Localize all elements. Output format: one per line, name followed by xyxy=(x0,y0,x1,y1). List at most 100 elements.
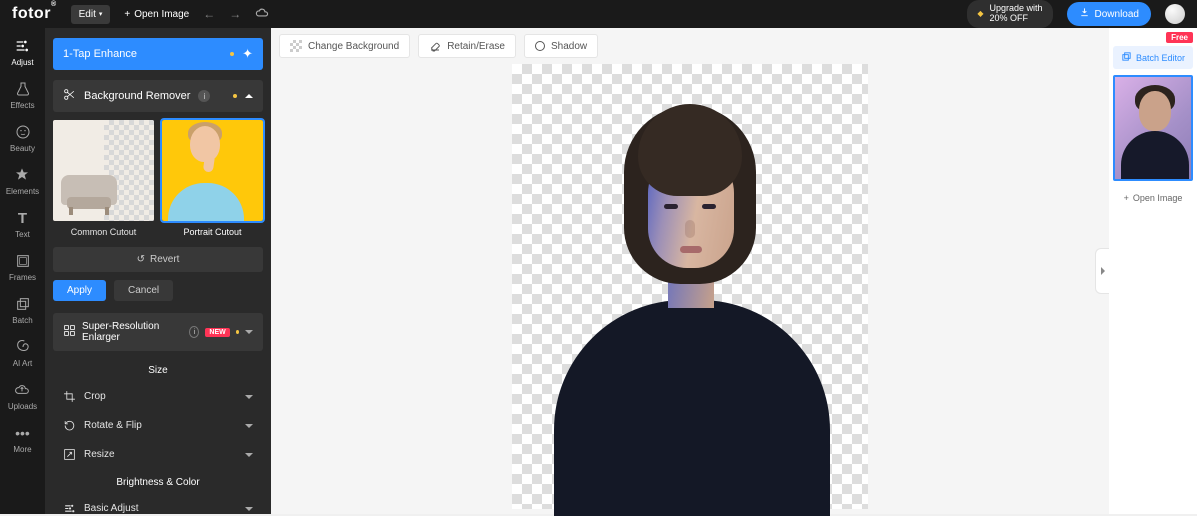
open-image-side-button[interactable]: + Open Image xyxy=(1113,187,1193,209)
chevron-down-icon xyxy=(245,330,253,334)
info-icon: i xyxy=(198,90,210,102)
app-header: fotor® Edit ▾ + Open Image ← → ◆ Upgrade… xyxy=(0,0,1197,28)
flask-icon xyxy=(15,81,31,97)
bg-remover-label: Background Remover xyxy=(84,90,190,102)
canvas-area: Change Background Retain/Erase Shadow xyxy=(271,28,1109,514)
resize-label: Resize xyxy=(84,449,115,460)
super-res-label: Super-Resolution Enlarger xyxy=(82,321,177,343)
rail-label: Beauty xyxy=(10,144,35,153)
background-remover-tile[interactable]: Background Remover i xyxy=(53,80,263,112)
plus-icon: + xyxy=(1124,193,1129,203)
batch-editor-label: Batch Editor xyxy=(1136,53,1185,63)
edit-dropdown[interactable]: Edit ▾ xyxy=(71,5,111,24)
batch-editor-button[interactable]: Batch Editor xyxy=(1113,46,1193,69)
crop-icon xyxy=(63,390,76,403)
chevron-up-icon xyxy=(245,94,253,98)
wand-icon: ✦ xyxy=(242,46,253,62)
download-icon xyxy=(1079,7,1090,21)
basic-adjust-label: Basic Adjust xyxy=(84,503,138,514)
chevron-down-icon xyxy=(245,507,253,511)
rail-elements[interactable]: Elements xyxy=(6,167,39,196)
rail-label: Uploads xyxy=(8,402,37,411)
rail-label: More xyxy=(13,445,31,454)
image-thumbnail[interactable] xyxy=(1113,75,1193,181)
shadow-icon xyxy=(535,41,545,51)
rail-more[interactable]: ••• More xyxy=(13,425,31,454)
open-image-button[interactable]: + Open Image xyxy=(124,9,189,20)
open-image-side-label: Open Image xyxy=(1133,193,1183,203)
logo: fotor® xyxy=(12,5,57,23)
basic-adjust-row[interactable]: Basic Adjust xyxy=(53,494,263,514)
frame-icon xyxy=(15,253,31,269)
portrait-cutout-option[interactable]: Portrait Cutout xyxy=(162,120,263,237)
rail-frames[interactable]: Frames xyxy=(9,253,36,282)
scissors-icon xyxy=(63,88,76,104)
eraser-icon xyxy=(429,40,441,52)
sliders-icon xyxy=(14,38,30,54)
one-tap-enhance-tile[interactable]: 1-Tap Enhance ✦ xyxy=(53,38,263,70)
download-label: Download xyxy=(1095,9,1139,20)
rail-aiart[interactable]: AI Art xyxy=(13,339,33,368)
spiral-icon xyxy=(15,339,31,355)
left-rail: Adjust Effects Beauty Elements T Text Fr… xyxy=(0,28,45,514)
resize-icon xyxy=(63,448,76,461)
chevron-down-icon xyxy=(245,424,253,428)
upgrade-button[interactable]: ◆ Upgrade with20% OFF xyxy=(967,0,1052,28)
rotate-flip-row[interactable]: Rotate & Flip xyxy=(53,411,263,440)
rail-uploads[interactable]: Uploads xyxy=(8,382,37,411)
premium-dot-icon xyxy=(233,94,237,98)
new-badge: NEW xyxy=(205,328,229,337)
brightness-section-title: Brightness & Color xyxy=(53,477,263,488)
one-tap-label: 1-Tap Enhance xyxy=(63,48,222,60)
stack-icon xyxy=(15,296,31,312)
chevron-down-icon xyxy=(245,395,253,399)
undo-icon[interactable]: ← xyxy=(203,7,215,21)
shadow-label: Shadow xyxy=(551,41,587,52)
rail-beauty[interactable]: Beauty xyxy=(10,124,35,153)
redo-icon[interactable]: → xyxy=(229,7,241,21)
more-icon: ••• xyxy=(14,425,30,441)
canvas-image[interactable] xyxy=(512,64,868,509)
resize-row[interactable]: Resize xyxy=(53,440,263,469)
rail-adjust[interactable]: Adjust xyxy=(11,38,33,67)
cancel-button[interactable]: Cancel xyxy=(114,280,173,301)
text-icon: T xyxy=(15,210,31,226)
retain-erase-button[interactable]: Retain/Erase xyxy=(418,34,516,58)
chevron-down-icon xyxy=(245,453,253,457)
rail-text[interactable]: T Text xyxy=(15,210,31,239)
change-background-button[interactable]: Change Background xyxy=(279,34,410,58)
revert-icon: ↺ xyxy=(137,254,145,265)
apply-button[interactable]: Apply xyxy=(53,280,106,301)
cloud-sync-icon[interactable] xyxy=(255,6,269,23)
rail-effects[interactable]: Effects xyxy=(10,81,34,110)
download-button[interactable]: Download xyxy=(1067,2,1151,26)
canvas-toolbar: Change Background Retain/Erase Shadow xyxy=(271,28,1109,64)
batch-icon xyxy=(1121,51,1132,64)
rail-batch[interactable]: Batch xyxy=(12,296,32,325)
adjust-icon xyxy=(63,502,76,514)
premium-dot-icon xyxy=(230,52,234,56)
diamond-icon: ◆ xyxy=(977,10,983,19)
retain-erase-label: Retain/Erase xyxy=(447,41,505,52)
change-bg-label: Change Background xyxy=(308,41,399,52)
rail-label: Text xyxy=(15,230,30,239)
common-cutout-option[interactable]: Common Cutout xyxy=(53,120,154,237)
portrait-cutout-thumb xyxy=(162,120,263,221)
portrait-cutout-label: Portrait Cutout xyxy=(183,227,241,237)
plus-icon: + xyxy=(124,9,130,20)
grid-icon xyxy=(63,324,76,340)
rail-label: Effects xyxy=(10,101,34,110)
right-rail-collapse-handle[interactable] xyxy=(1095,248,1109,294)
chevron-down-icon: ▾ xyxy=(99,10,103,18)
revert-button[interactable]: ↺ Revert xyxy=(53,247,263,272)
crop-row[interactable]: Crop xyxy=(53,382,263,411)
star-icon xyxy=(14,167,30,183)
rail-label: Elements xyxy=(6,187,39,196)
open-image-label: Open Image xyxy=(134,9,189,20)
avatar[interactable] xyxy=(1165,4,1185,24)
rotate-icon xyxy=(63,419,76,432)
rail-label: Frames xyxy=(9,273,36,282)
canvas-viewport[interactable] xyxy=(271,64,1109,514)
shadow-button[interactable]: Shadow xyxy=(524,34,598,58)
super-resolution-tile[interactable]: Super-Resolution Enlarger i NEW xyxy=(53,313,263,351)
